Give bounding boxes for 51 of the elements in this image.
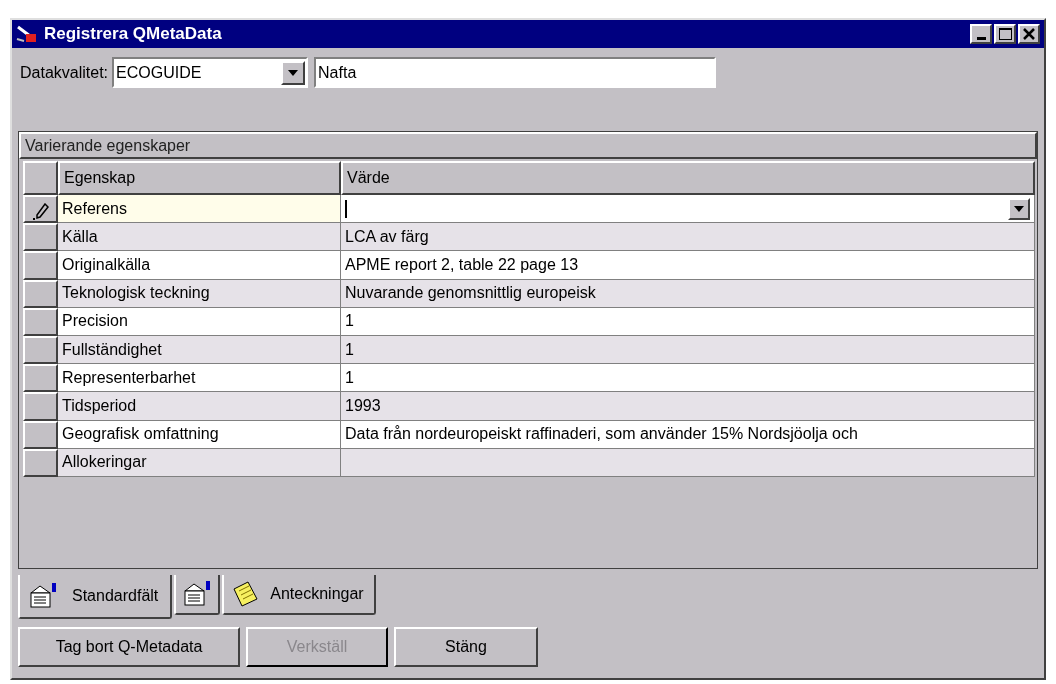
value-cell: APME report 2, table 22 page 13: [341, 251, 1035, 280]
row-selector-header: [23, 161, 58, 195]
minimize-icon: [976, 37, 986, 40]
minimize-button[interactable]: [970, 24, 992, 44]
tab[interactable]: Standardfält: [18, 575, 173, 619]
value-cell: 1993: [341, 392, 1035, 421]
property-cell: Källa: [58, 223, 341, 252]
row-selector[interactable]: [23, 279, 58, 308]
value-input[interactable]: [341, 195, 1035, 224]
panel-header: Varierande egenskaper: [19, 132, 1037, 159]
property-cell: Geografisk omfattning: [58, 420, 341, 449]
row-selector[interactable]: [23, 223, 58, 252]
column-header[interactable]: Egenskap: [58, 161, 341, 195]
button[interactable]: Tag bort Q-Metadata: [18, 627, 240, 667]
property-cell: Precision: [58, 307, 341, 336]
property-cell: Allokeringar: [58, 448, 341, 477]
field-label: Datakvalitet:: [20, 62, 109, 83]
close-button[interactable]: [1018, 24, 1040, 44]
quality-dropdown[interactable]: ECOGUIDE: [112, 57, 309, 88]
row-selector[interactable]: [23, 420, 58, 449]
value-cell: 1: [341, 307, 1035, 336]
value-cell: 1: [341, 335, 1035, 365]
window-title: Registrera QMetaData: [44, 23, 222, 46]
maximize-button[interactable]: [994, 24, 1016, 44]
row-selector[interactable]: [23, 364, 58, 393]
value-cell: Data från nordeuropeiskt raffinaderi, som använder 15% Nordsjöolja och: [341, 420, 1035, 449]
value-cell: Nuvarande genomsnittlig europeisk: [341, 279, 1035, 308]
button[interactable]: Stäng: [394, 627, 538, 667]
name-input[interactable]: Nafta: [314, 57, 717, 88]
form-icon: [28, 581, 58, 611]
property-cell: Originalkälla: [58, 251, 341, 280]
property-cell: Teknologisk teckning: [58, 279, 341, 308]
row-selector[interactable]: [23, 335, 58, 365]
property-cell: Tidsperiod: [58, 392, 341, 421]
value-cell: LCA av färg: [341, 223, 1035, 252]
pencil-icon: [32, 203, 49, 222]
column-header[interactable]: Värde: [341, 161, 1035, 195]
tab[interactable]: [174, 575, 221, 615]
tab[interactable]: Anteckningar: [222, 575, 376, 615]
form-icon: [182, 579, 213, 609]
row-selector[interactable]: [23, 307, 58, 336]
text-cursor: [345, 199, 347, 218]
property-cell: Referens: [58, 195, 341, 224]
property-cell: Representerbarhet: [58, 364, 341, 393]
value-cell: 1: [341, 364, 1035, 393]
row-selector[interactable]: [23, 392, 58, 421]
property-cell: Fullständighet: [58, 335, 341, 365]
row-selector[interactable]: [23, 251, 58, 280]
app-icon: [16, 24, 38, 44]
row-selector[interactable]: [23, 448, 58, 477]
row-selector[interactable]: [23, 195, 58, 224]
